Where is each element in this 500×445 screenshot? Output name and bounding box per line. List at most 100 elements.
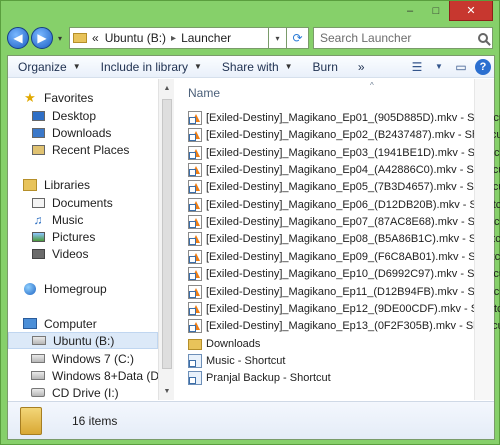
close-button[interactable]: ✕: [449, 1, 493, 21]
item-count: 16 items: [72, 413, 118, 428]
file-name: [Exiled-Destiny]_Magikano_Ep12_(9DE00CDF…: [206, 302, 500, 315]
nav-label: Favorites: [44, 90, 94, 105]
nav-videos[interactable]: Videos: [30, 245, 158, 262]
file-row[interactable]: [Exiled-Destiny]_Magikano_Ep10_(D6992C97…: [188, 265, 500, 282]
refresh-button[interactable]: ⟳: [287, 27, 309, 49]
more-commands-button[interactable]: »: [348, 56, 375, 78]
music-icon: ♫: [33, 212, 43, 227]
file-row[interactable]: Music - Shortcut: [188, 352, 480, 369]
file-row[interactable]: [Exiled-Destiny]_Magikano_Ep06_(D12DB20B…: [188, 196, 500, 213]
content-scrollbar[interactable]: [474, 79, 494, 400]
maximize-button[interactable]: □: [423, 1, 449, 21]
file-list: Name ^ [Exiled-Destiny]_Magikano_Ep01_(9…: [180, 79, 500, 400]
help-button[interactable]: ?: [472, 56, 494, 78]
explorer-window: – □ ✕ ◀ ▶ ▾ « Ubuntu (B:) ▸ Launcher ▾ ⟳…: [0, 0, 500, 445]
nav-computer[interactable]: Computer: [22, 315, 158, 332]
nav-drive-ubuntu[interactable]: Ubuntu (B:): [8, 332, 158, 349]
file-row[interactable]: [Exiled-Destiny]_Magikano_Ep05_(7B3D4657…: [188, 178, 500, 195]
view-dropdown-icon[interactable]: ▼: [428, 56, 450, 78]
nav-label: Pictures: [52, 229, 96, 244]
file-row[interactable]: [Exiled-Destiny]_Magikano_Ep04_(A42886C0…: [188, 161, 500, 178]
vlc-shortcut-icon: [188, 145, 202, 160]
nav-label: Recent Places: [52, 142, 130, 157]
file-row[interactable]: [Exiled-Destiny]_Magikano_Ep02_(B2437487…: [188, 126, 500, 143]
libraries-icon: [22, 178, 38, 192]
vlc-shortcut-icon: [188, 197, 202, 212]
file-name: Downloads: [206, 337, 261, 350]
vlc-shortcut-icon: [188, 318, 202, 333]
nav-homegroup[interactable]: Homegroup: [22, 280, 158, 297]
address-dropdown[interactable]: ▾: [269, 27, 287, 49]
organize-label: Organize: [18, 59, 67, 74]
nav-cd-drive[interactable]: CD Drive (I:): [30, 384, 158, 400]
file-name: Pranjal Backup - Shortcut: [206, 371, 331, 384]
vlc-shortcut-icon: [188, 162, 202, 177]
nav-favorites[interactable]: ★ Favorites: [22, 89, 158, 106]
forward-button[interactable]: ▶: [31, 27, 53, 49]
organize-button[interactable]: Organize ▼: [8, 56, 91, 78]
breadcrumb-separator[interactable]: ▸: [171, 33, 176, 44]
nav-label: Windows 8+Data (D:): [52, 368, 158, 383]
navigation-scrollbar[interactable]: ▲ ▼: [158, 79, 174, 400]
file-name: [Exiled-Destiny]_Magikano_Ep02_(B2437487…: [206, 128, 500, 141]
navigation-pane: ★ Favorites Desktop Downloads Recent Plac…: [8, 79, 158, 400]
videos-icon: [30, 247, 46, 261]
nav-drive-windows7[interactable]: Windows 7 (C:): [30, 350, 158, 367]
nav-label: Music: [52, 212, 84, 227]
nav-desktop[interactable]: Desktop: [30, 107, 158, 124]
nav-drive-windows8-data[interactable]: Windows 8+Data (D:): [30, 367, 158, 384]
include-in-library-button[interactable]: Include in library ▼: [91, 56, 212, 78]
change-view-icon[interactable]: ☰: [406, 56, 428, 78]
minimize-button[interactable]: –: [397, 1, 423, 21]
file-row[interactable]: [Exiled-Destiny]_Magikano_Ep09_(F6C8AB01…: [188, 248, 500, 265]
share-with-button[interactable]: Share with ▼: [212, 56, 303, 78]
search-placeholder: Search Launcher: [320, 31, 412, 45]
file-row[interactable]: [Exiled-Destiny]_Magikano_Ep01_(905D885D…: [188, 109, 500, 126]
drive-icon: [31, 334, 47, 348]
status-bar: 16 items: [8, 401, 494, 439]
nav-recent-places[interactable]: Recent Places: [30, 141, 158, 158]
breadcrumb-launcher[interactable]: Launcher: [181, 31, 231, 45]
breadcrumb-ubuntu[interactable]: Ubuntu (B:): [105, 31, 166, 45]
preview-pane-icon[interactable]: ▭: [450, 56, 472, 78]
homegroup-icon: [22, 282, 38, 296]
address-bar[interactable]: « Ubuntu (B:) ▸ Launcher: [69, 27, 269, 49]
caption-buttons: – □ ✕: [397, 1, 493, 21]
vlc-shortcut-icon: [188, 231, 202, 246]
search-input[interactable]: Search Launcher: [313, 27, 493, 49]
file-name: [Exiled-Destiny]_Magikano_Ep10_(D6992C97…: [206, 267, 500, 280]
burn-button[interactable]: Burn: [303, 56, 348, 78]
sort-ascending-icon: ^: [370, 81, 374, 90]
file-name: [Exiled-Destiny]_Magikano_Ep03_(1941BE1D…: [206, 146, 500, 159]
nav-label: Libraries: [44, 177, 91, 192]
file-row[interactable]: [Exiled-Destiny]_Magikano_Ep03_(1941BE1D…: [188, 144, 500, 161]
file-row[interactable]: [Exiled-Destiny]_Magikano_Ep11_(D12B94FB…: [188, 283, 500, 300]
file-row[interactable]: [Exiled-Destiny]_Magikano_Ep08_(B5A86B1C…: [188, 230, 500, 247]
nav-label: Windows 7 (C:): [52, 351, 135, 366]
file-row[interactable]: Pranjal Backup - Shortcut: [188, 369, 480, 386]
scroll-down-icon[interactable]: ▼: [159, 384, 175, 398]
toolbar-right: ☰ ▼ ▭ ?: [406, 56, 494, 78]
help-icon: ?: [475, 58, 491, 75]
file-row[interactable]: Downloads: [188, 335, 480, 352]
file-row[interactable]: [Exiled-Destiny]_Magikano_Ep13_(0F2F305B…: [188, 317, 500, 334]
nav-downloads[interactable]: Downloads: [30, 124, 158, 141]
file-row[interactable]: [Exiled-Destiny]_Magikano_Ep12_(9DE00CDF…: [188, 300, 500, 317]
scroll-up-icon[interactable]: ▲: [159, 81, 175, 95]
file-row[interactable]: [Exiled-Destiny]_Magikano_Ep07_(87AC8E68…: [188, 213, 500, 230]
nav-pictures[interactable]: Pictures: [30, 228, 158, 245]
back-button[interactable]: ◀: [7, 27, 29, 49]
recent-pages-dropdown[interactable]: ▾: [55, 34, 65, 43]
address-prefix[interactable]: «: [92, 31, 99, 45]
nav-libraries[interactable]: Libraries: [22, 176, 158, 193]
file-name: [Exiled-Destiny]_Magikano_Ep08_(B5A86B1C…: [206, 232, 500, 245]
vlc-shortcut-icon: [188, 127, 202, 142]
file-name: Music - Shortcut: [206, 354, 286, 367]
cd-drive-icon: [30, 386, 46, 400]
nav-documents[interactable]: Documents: [30, 194, 158, 211]
vlc-shortcut-icon: [188, 266, 202, 281]
drive-icon: [30, 352, 46, 366]
column-header-name[interactable]: Name ^: [180, 81, 472, 103]
scroll-thumb[interactable]: [162, 99, 172, 369]
nav-music[interactable]: ♫ Music: [30, 211, 158, 228]
